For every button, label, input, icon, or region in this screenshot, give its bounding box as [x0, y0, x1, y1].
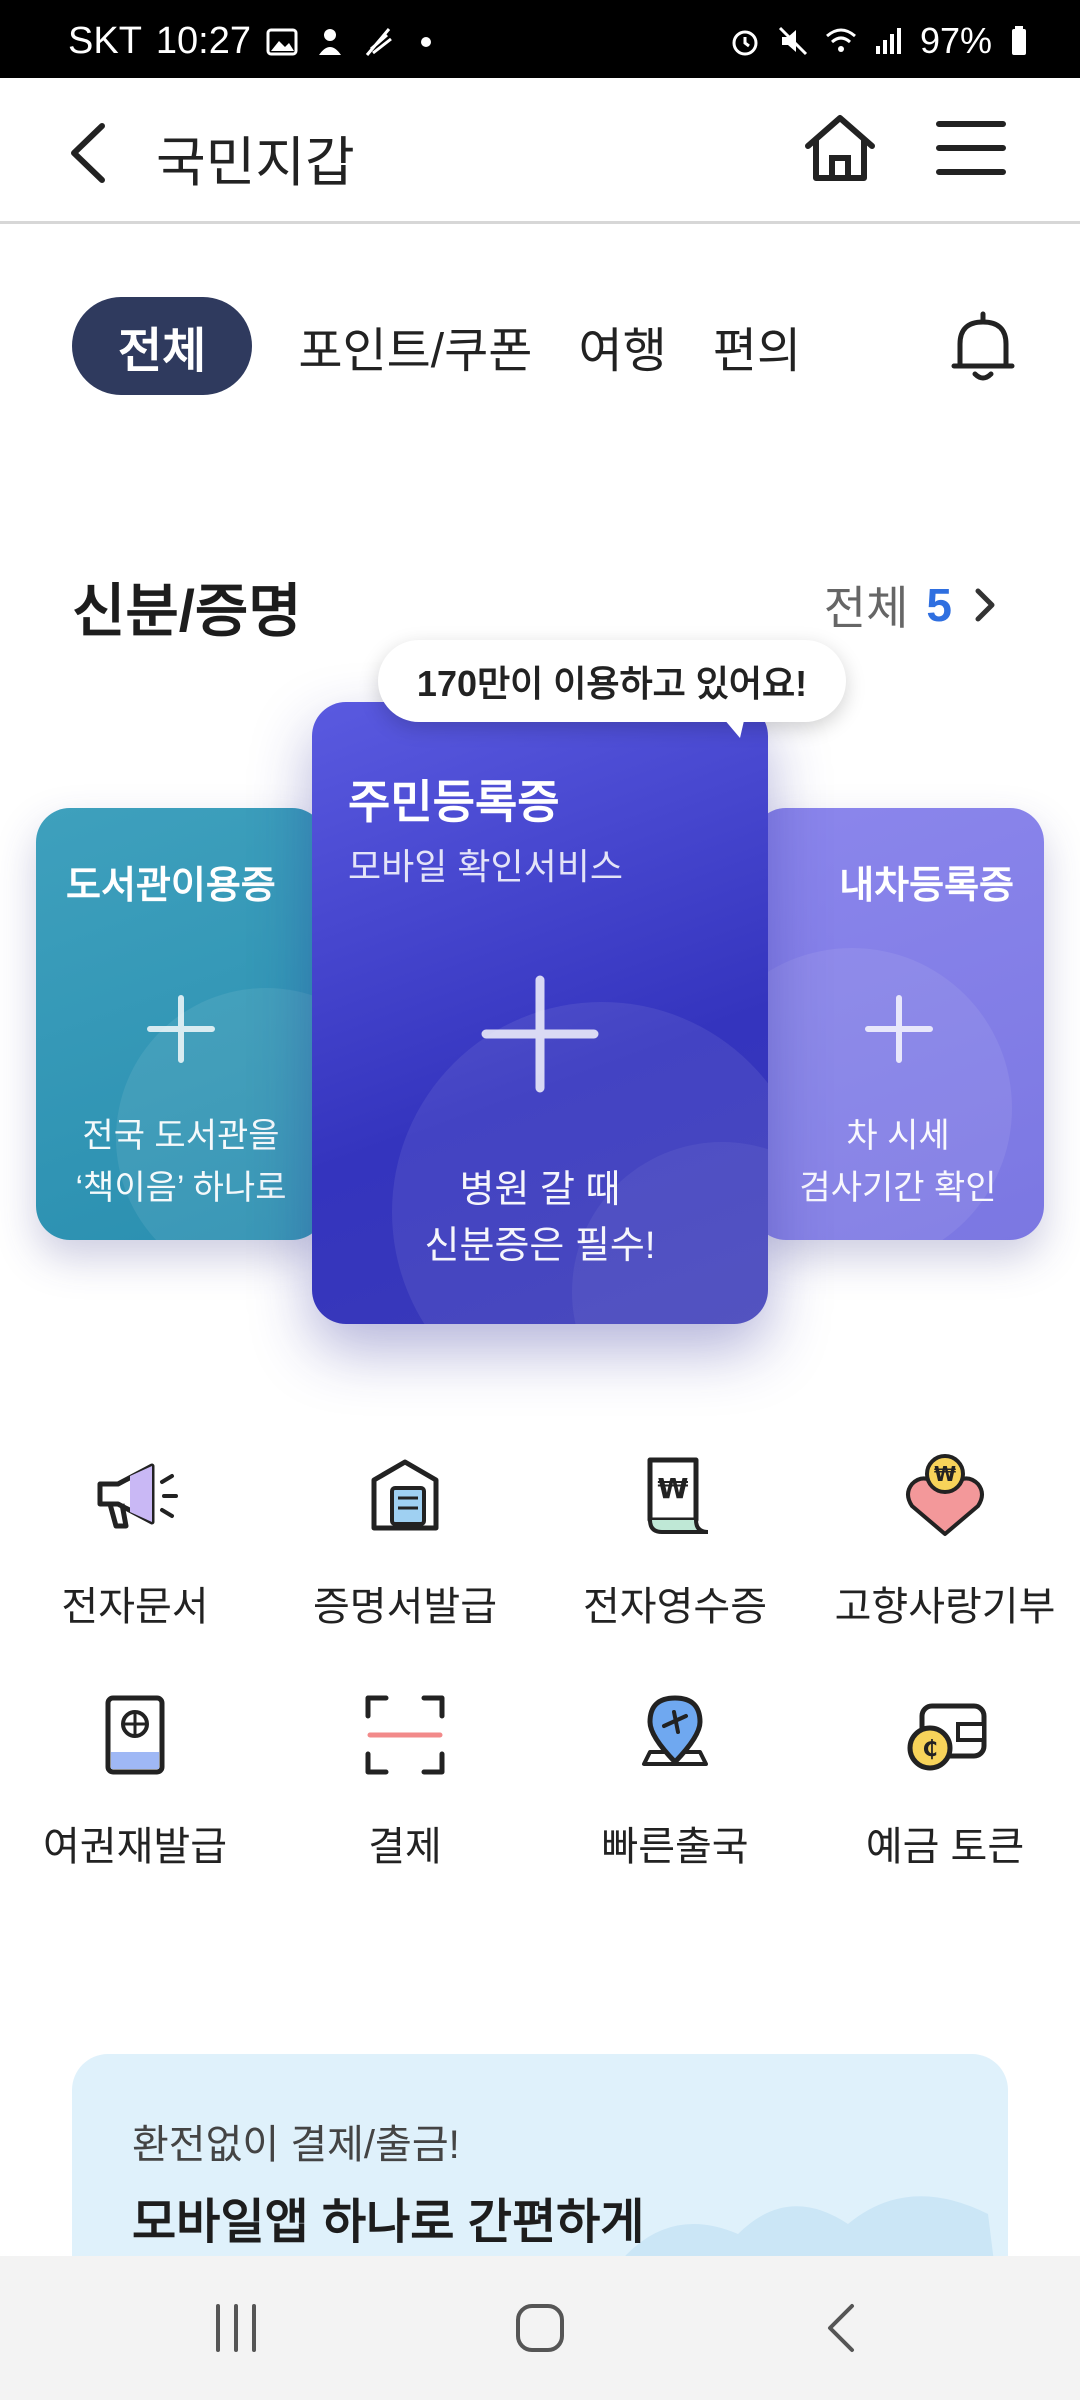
service-passport-reissue[interactable]: 여권재발급: [0, 1690, 270, 1872]
wallet-coin-icon: ₵: [907, 1703, 987, 1771]
home-nav-icon[interactable]: [508, 2296, 572, 2360]
page-title: 국민지갑: [156, 133, 355, 193]
app-bar: 국민지갑: [0, 78, 1080, 224]
clock-label: 10:27: [155, 20, 251, 62]
resident-id-card[interactable]: 주민등록증 모바일 확인서비스 병원 갈 때 신분증은 필수!: [312, 702, 768, 1324]
service-label: 결제: [368, 1825, 442, 1869]
card-desc-line2: 신분증은 필수!: [424, 1225, 656, 1267]
service-e-receipt[interactable]: ₩ 전자영수증: [540, 1450, 810, 1632]
service-label: 여권재발급: [43, 1825, 227, 1869]
feather-notification-icon: [365, 27, 392, 56]
carrier-label: SKT: [68, 20, 142, 62]
service-label: 전자문서: [61, 1585, 209, 1629]
banner-title: 모바일앱 하나로 간편하게: [132, 2196, 645, 2249]
card-name: 도서관이용증: [66, 865, 276, 907]
tab-travel[interactable]: 여행: [578, 311, 666, 381]
card-description: 차 시세 검사기간 확인: [752, 1110, 1044, 1214]
dot-icon: [421, 36, 431, 47]
section-title: 신분/증명: [72, 579, 302, 644]
service-hometown-donation[interactable]: ₩ 고향사랑기부: [810, 1450, 1080, 1632]
status-left: SKT 10:27: [68, 20, 443, 63]
tooltip-tail: [718, 712, 746, 738]
card-desc-line2: ‘책이음’ 하나로: [75, 1169, 287, 1207]
section-view-all[interactable]: 전체 5: [824, 572, 1000, 638]
tab-all[interactable]: 전체: [72, 297, 253, 395]
tab-convenience[interactable]: 편의: [713, 311, 801, 381]
recent-apps-icon[interactable]: [204, 2296, 268, 2360]
megaphone-icon: [97, 1463, 178, 1529]
card-desc-line1: 전국 도서관을: [82, 1117, 280, 1155]
vehicle-registration-card[interactable]: 내차등록증 차 시세 검사기간 확인: [752, 808, 1044, 1240]
bell-icon[interactable]: [948, 308, 1018, 384]
receipt-icon: ₩: [647, 1457, 709, 1534]
service-fast-departure[interactable]: 빠른출국: [540, 1690, 810, 1872]
card-subtitle: 모바일 확인서비스: [348, 846, 623, 887]
status-bar: SKT 10:27 97%: [0, 0, 1080, 78]
status-right: 97%: [728, 20, 1040, 62]
card-description: 전국 도서관을 ‘책이음’ 하나로: [36, 1110, 326, 1214]
service-certificate-issue[interactable]: 증명서발급: [270, 1450, 540, 1632]
add-icon: [481, 975, 599, 1093]
add-icon: [865, 995, 933, 1063]
view-all-label: 전체: [823, 582, 909, 634]
tab-points-coupons[interactable]: 포인트/쿠폰: [298, 311, 532, 381]
service-label: 고향사랑기부: [834, 1585, 1056, 1629]
svg-text:₩: ₩: [658, 1472, 689, 1505]
banner-subtitle: 환전없이 결제/출금!: [132, 2123, 460, 2167]
signal-icon: [875, 28, 901, 54]
service-deposit-token[interactable]: ₵ 예금 토큰: [810, 1690, 1080, 1872]
svg-text:₩: ₩: [934, 1462, 956, 1486]
chevron-right-icon: [975, 588, 995, 622]
card-desc-line1: 병원 갈 때: [459, 1169, 621, 1211]
svg-text:₵: ₵: [922, 1737, 937, 1762]
service-label: 예금 토큰: [865, 1825, 1025, 1869]
item-count: 5: [926, 579, 952, 631]
service-label: 빠른출국: [601, 1825, 749, 1869]
mute-icon: [778, 26, 807, 56]
scan-icon: [365, 1695, 445, 1775]
card-name: 주민등록증: [348, 776, 560, 828]
donation-icon: ₩: [906, 1454, 984, 1536]
card-desc-line2: 검사기간 확인: [799, 1169, 997, 1207]
home-icon[interactable]: [800, 108, 880, 188]
app-notification-icon: [319, 28, 341, 55]
system-nav-bar: [0, 2256, 1080, 2400]
service-e-documents[interactable]: 전자문서: [0, 1450, 270, 1632]
alarm-icon: [732, 30, 758, 56]
battery-label: 97%: [919, 20, 992, 61]
category-tabs: 전체 포인트/쿠폰 여행 편의: [72, 296, 801, 396]
back-nav-icon[interactable]: [810, 2296, 874, 2360]
usage-tooltip: 170만이 이용하고 있어요!: [378, 640, 846, 722]
card-name: 내차등록증: [839, 865, 1014, 907]
battery-icon: [1012, 26, 1026, 55]
gallery-notification-icon: [266, 28, 298, 55]
service-label: 증명서발급: [313, 1585, 497, 1629]
card-description: 병원 갈 때 신분증은 필수!: [312, 1162, 768, 1274]
library-card[interactable]: 도서관이용증 전국 도서관을 ‘책이음’ 하나로: [36, 808, 326, 1240]
certificate-icon: [371, 1459, 439, 1531]
service-payment[interactable]: 결제: [270, 1690, 540, 1872]
back-icon[interactable]: [60, 118, 120, 188]
passport-icon: [105, 1695, 165, 1775]
airport-pin-icon: [642, 1695, 708, 1766]
menu-icon[interactable]: [935, 118, 1007, 178]
wifi-icon: [825, 28, 856, 52]
card-desc-line1: 차 시세: [846, 1117, 950, 1155]
add-icon: [147, 995, 215, 1063]
service-label: 전자영수증: [583, 1585, 767, 1629]
